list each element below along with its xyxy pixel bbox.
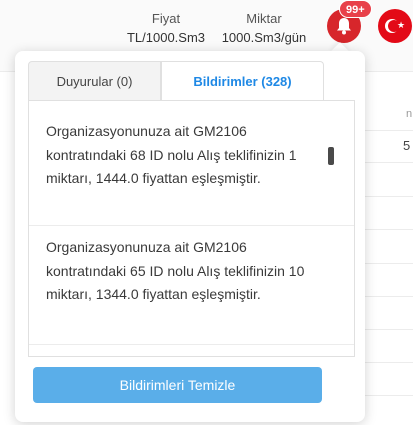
notification-item: Organizasyonunuza ait GM2106 kontratında… — [46, 123, 297, 186]
language-flag-button[interactable]: ★ — [378, 9, 412, 43]
notification-list[interactable]: Organizasyonunuza ait GM2106 kontratında… — [28, 100, 355, 357]
star-icon: ★ — [397, 20, 406, 30]
notification-item: Organizasyonunuza ait GM2106 kontratında… — [46, 239, 305, 302]
table-header-fragment: n — [406, 108, 413, 120]
price-unit: TL/1000.Sm3 — [126, 30, 206, 45]
notification-divider — [29, 344, 354, 345]
clear-notifications-button[interactable]: Bildirimleri Temizle — [33, 367, 322, 403]
price-column-header: Fiyat TL/1000.Sm3 — [104, 9, 228, 47]
quantity-unit: 1000.Sm3/gün — [221, 30, 307, 45]
scrollbar-thumb[interactable] — [328, 147, 334, 165]
price-title: Fiyat — [151, 11, 181, 26]
tab-notifications[interactable]: Bildirimler (328) — [161, 61, 324, 101]
quantity-column-header: Miktar 1000.Sm3/gün — [211, 9, 317, 47]
tab-announcements[interactable]: Duyurular (0) — [28, 61, 161, 101]
notification-divider — [29, 225, 354, 226]
panel-tabs: Duyurular (0) Bildirimler (328) — [28, 61, 324, 101]
notification-panel: Duyurular (0) Bildirimler (328) Organiza… — [15, 51, 365, 422]
bell-icon — [337, 18, 351, 35]
quantity-title: Miktar — [246, 11, 282, 26]
background-table: n 5 — [360, 96, 413, 406]
table-cell-fragment: 5 — [403, 138, 411, 153]
notification-count-badge: 99+ — [339, 0, 372, 18]
